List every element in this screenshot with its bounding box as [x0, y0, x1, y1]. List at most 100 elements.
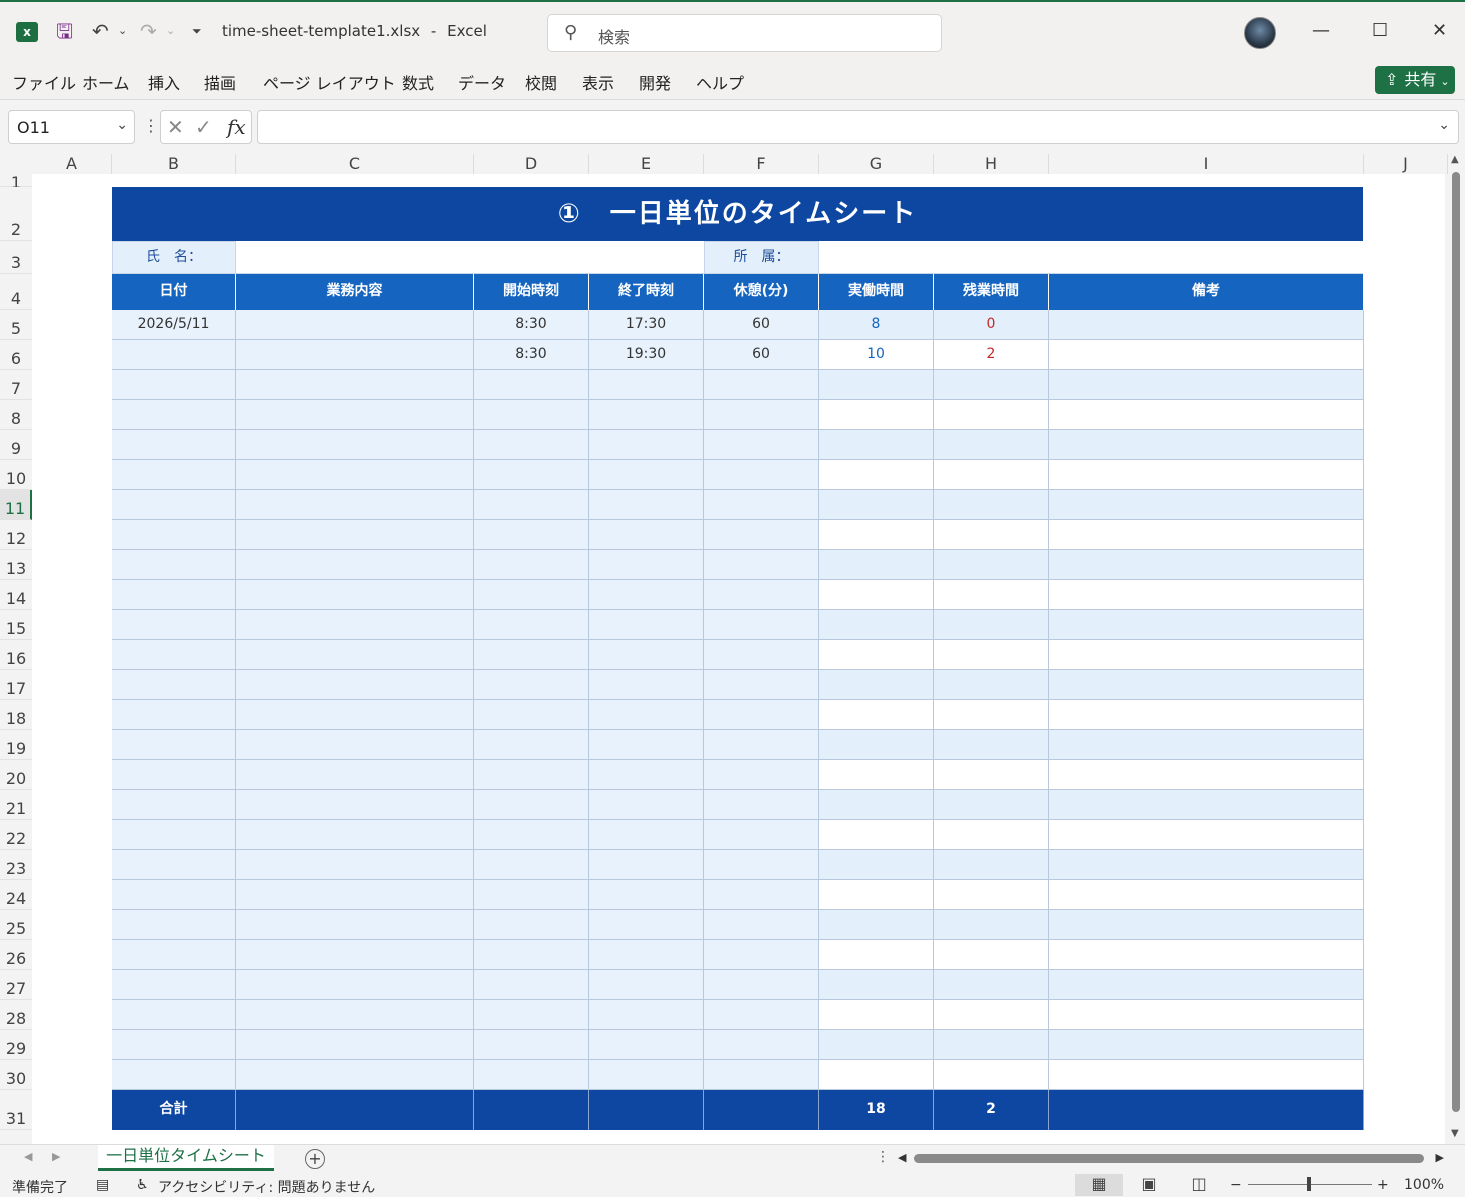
table-cell[interactable]: 8 [819, 310, 934, 340]
table-cell[interactable] [589, 790, 704, 820]
row-header-13[interactable]: 13 [0, 550, 32, 580]
table-cell[interactable] [934, 550, 1049, 580]
table-cell[interactable] [474, 520, 589, 550]
table-cell[interactable] [112, 610, 236, 640]
table-cell[interactable] [236, 1030, 474, 1060]
table-cell[interactable] [589, 940, 704, 970]
table-cell[interactable] [1049, 370, 1364, 400]
table-cell[interactable] [704, 880, 819, 910]
table-cell[interactable] [589, 910, 704, 940]
table-cell[interactable] [934, 1060, 1049, 1090]
share-button[interactable]: ⇪ 共有 ⌄ [1375, 66, 1455, 94]
table-cell[interactable] [236, 760, 474, 790]
table-cell[interactable] [236, 910, 474, 940]
table-cell[interactable] [704, 850, 819, 880]
table-cell[interactable] [704, 610, 819, 640]
table-cell[interactable] [819, 430, 934, 460]
table-cell[interactable] [112, 520, 236, 550]
table-cell[interactable] [819, 550, 934, 580]
row-header-4[interactable]: 4 [0, 274, 32, 310]
scroll-right-icon[interactable]: ▶ [1436, 1151, 1444, 1164]
table-cell[interactable] [236, 790, 474, 820]
table-cell[interactable] [934, 520, 1049, 550]
table-cell[interactable] [704, 460, 819, 490]
table-cell[interactable] [112, 820, 236, 850]
table-cell[interactable] [934, 910, 1049, 940]
table-cell[interactable] [934, 1030, 1049, 1060]
table-cell[interactable] [1049, 1000, 1364, 1030]
table-cell[interactable] [704, 970, 819, 1000]
column-header-a[interactable]: A [32, 154, 112, 174]
table-cell[interactable] [589, 820, 704, 850]
expand-formula-bar-icon[interactable]: ⌄ [1438, 117, 1450, 133]
table-cell[interactable] [236, 880, 474, 910]
avatar[interactable] [1244, 17, 1276, 49]
maximize-icon[interactable]: ☐ [1372, 20, 1388, 41]
table-cell[interactable] [236, 490, 474, 520]
row-header-15[interactable]: 15 [0, 610, 32, 640]
table-cell[interactable] [236, 1000, 474, 1030]
name-box[interactable]: O11 ⌄ [8, 110, 135, 144]
table-cell[interactable] [934, 1000, 1049, 1030]
table-cell[interactable] [112, 1030, 236, 1060]
customize-quick-access-icon[interactable]: ⏷ [192, 18, 202, 44]
table-cell[interactable] [589, 550, 704, 580]
table-cell[interactable] [819, 970, 934, 1000]
select-all-corner[interactable] [0, 154, 32, 174]
menu-formulas[interactable]: 数式 [402, 70, 434, 94]
table-cell[interactable] [934, 850, 1049, 880]
table-cell[interactable] [112, 970, 236, 1000]
table-cell[interactable] [112, 580, 236, 610]
redo-icon[interactable]: ↷ [140, 18, 157, 44]
row-header-25[interactable]: 25 [0, 910, 32, 940]
table-cell[interactable] [112, 760, 236, 790]
table-cell[interactable] [934, 370, 1049, 400]
table-cell[interactable] [704, 1000, 819, 1030]
table-cell[interactable] [474, 790, 589, 820]
undo-dropdown-icon[interactable]: ⌄ [118, 18, 127, 44]
table-cell[interactable] [236, 1060, 474, 1090]
undo-icon[interactable]: ↶ [92, 18, 109, 44]
column-header-j[interactable]: J [1364, 154, 1448, 174]
table-cell[interactable] [474, 760, 589, 790]
table-cell[interactable] [819, 700, 934, 730]
enter-icon[interactable]: ✓ [195, 115, 212, 139]
row-header-31[interactable]: 31 [0, 1090, 32, 1130]
table-cell[interactable] [1049, 460, 1364, 490]
table-cell[interactable] [819, 940, 934, 970]
row-header-24[interactable]: 24 [0, 880, 32, 910]
table-cell[interactable] [474, 640, 589, 670]
table-cell[interactable] [704, 670, 819, 700]
table-cell[interactable] [236, 430, 474, 460]
cancel-icon[interactable]: ✕ [167, 115, 184, 139]
accessibility-status[interactable]: アクセシビリティ: 問題ありません [158, 1177, 375, 1197]
scroll-up-icon[interactable]: ▲ [1451, 154, 1459, 165]
table-cell[interactable]: 8:30 [474, 340, 589, 370]
table-cell[interactable] [1049, 1060, 1364, 1090]
name-value[interactable] [236, 241, 704, 274]
table-cell[interactable] [704, 940, 819, 970]
scroll-thumb[interactable] [1452, 172, 1460, 1112]
table-cell[interactable] [934, 760, 1049, 790]
menu-home[interactable]: ホーム [82, 70, 130, 94]
table-cell[interactable] [1049, 310, 1364, 340]
table-cell[interactable] [1049, 550, 1364, 580]
row-header-29[interactable]: 29 [0, 1030, 32, 1060]
table-cell[interactable] [589, 460, 704, 490]
table-cell[interactable] [112, 430, 236, 460]
zoom-out-icon[interactable]: − [1230, 1177, 1242, 1193]
table-cell[interactable] [1049, 760, 1364, 790]
scroll-left-icon[interactable]: ◀ [898, 1151, 906, 1164]
table-cell[interactable] [474, 910, 589, 940]
table-cell[interactable] [819, 370, 934, 400]
table-cell[interactable] [934, 940, 1049, 970]
table-cell[interactable] [589, 1060, 704, 1090]
table-cell[interactable] [704, 1030, 819, 1060]
table-cell[interactable] [474, 1000, 589, 1030]
menu-help[interactable]: ヘルプ [696, 70, 744, 94]
table-cell[interactable]: 8:30 [474, 310, 589, 340]
table-cell[interactable] [704, 640, 819, 670]
table-cell[interactable]: 60 [704, 310, 819, 340]
table-cell[interactable] [236, 460, 474, 490]
table-cell[interactable] [236, 970, 474, 1000]
